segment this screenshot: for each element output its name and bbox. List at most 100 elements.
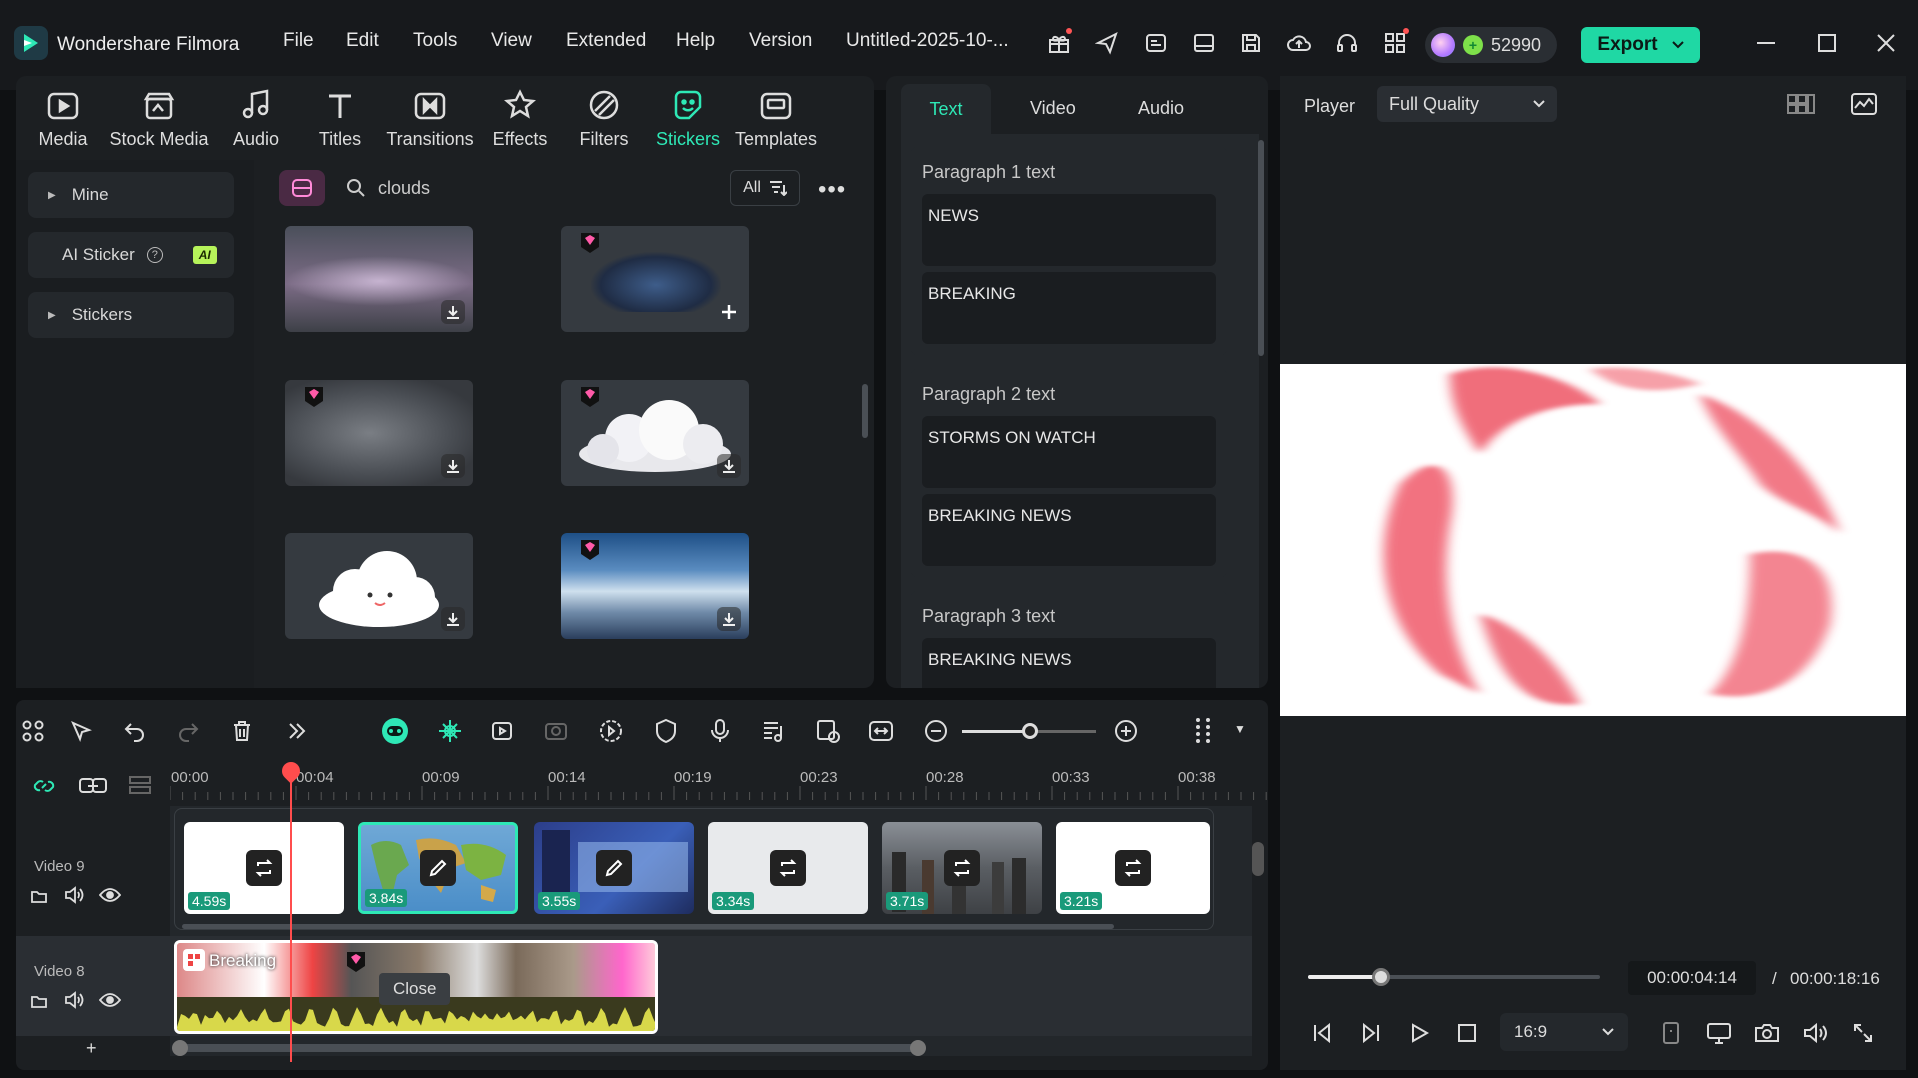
clip-5[interactable]: 3.71s [882, 822, 1042, 914]
cloud-upload-icon[interactable] [1284, 28, 1314, 58]
current-time-box[interactable]: 00:00:04:14 [1628, 961, 1756, 995]
tab-media[interactable]: Media [13, 83, 113, 150]
menu-extended[interactable]: Extended [566, 30, 646, 52]
ai-generate-button[interactable] [279, 170, 325, 206]
edit-pencil-icon[interactable] [596, 850, 632, 886]
sticker-thumb-6[interactable] [561, 533, 749, 639]
tab-transitions[interactable]: Transitions [380, 83, 480, 150]
filter-dropdown[interactable]: All [730, 170, 800, 206]
apps-grid-icon[interactable] [1380, 28, 1410, 58]
quality-dropdown[interactable]: Full Quality [1377, 86, 1557, 122]
clip-2-selected[interactable]: 3.84s [358, 822, 518, 914]
sidebar-item-stickers[interactable]: ▶ Stickers [28, 292, 234, 338]
scroll-handle-right[interactable] [910, 1040, 926, 1056]
export-button[interactable]: Export [1581, 27, 1700, 63]
group-icon[interactable] [78, 774, 108, 798]
download-icon[interactable] [441, 454, 465, 478]
motion-track-icon[interactable] [541, 716, 571, 746]
replace-icon[interactable] [770, 850, 806, 886]
media-library-icon[interactable] [1141, 28, 1171, 58]
eye-icon[interactable] [99, 888, 121, 902]
mute-icon[interactable] [64, 886, 84, 904]
undo-icon[interactable] [120, 716, 150, 746]
lock-icon[interactable] [30, 886, 48, 904]
download-icon[interactable] [717, 607, 741, 631]
waveform-monitor-icon[interactable] [1850, 92, 1878, 116]
redo-icon[interactable] [173, 716, 203, 746]
text-field[interactable]: NEWS [922, 194, 1216, 266]
timeline-v-scrollbar[interactable] [1252, 842, 1264, 876]
prev-frame-icon[interactable] [1305, 1016, 1339, 1050]
props-tab-video[interactable]: Video [1030, 98, 1076, 119]
text-field[interactable]: BREAKING NEWS [922, 638, 1216, 688]
clip-1[interactable]: 4.59s [184, 822, 344, 914]
more-options-icon[interactable]: ••• [818, 176, 846, 204]
menu-file[interactable]: File [283, 30, 314, 52]
speed-icon[interactable] [596, 716, 626, 746]
minimize-icon[interactable] [1751, 28, 1781, 58]
replace-icon[interactable] [944, 850, 980, 886]
text-field[interactable]: STORMS ON WATCH [922, 416, 1216, 488]
ai-face-icon[interactable] [380, 716, 410, 746]
playhead-line[interactable] [290, 772, 292, 1062]
sticker-thumb-3[interactable] [285, 380, 473, 486]
menu-version[interactable]: Version [749, 30, 812, 52]
text-field[interactable]: BREAKING [922, 272, 1216, 344]
search-input[interactable]: clouds [378, 178, 678, 199]
mask-shield-icon[interactable] [651, 716, 681, 746]
audio-mix-icon[interactable] [759, 716, 789, 746]
menu-view[interactable]: View [491, 30, 532, 52]
drag-handle-icon[interactable] [1188, 716, 1218, 746]
zoom-slider-knob[interactable] [1022, 723, 1038, 739]
tab-templates[interactable]: Templates [726, 83, 826, 150]
fit-width-icon[interactable] [866, 716, 896, 746]
headset-icon[interactable] [1332, 28, 1362, 58]
project-title[interactable]: Untitled-2025-10-... [846, 30, 1009, 52]
props-tab-text[interactable]: Text [901, 84, 991, 134]
menu-edit[interactable]: Edit [346, 30, 379, 52]
play-icon[interactable] [1402, 1016, 1436, 1050]
auto-reframe-icon[interactable] [488, 716, 518, 746]
microphone-icon[interactable] [705, 716, 735, 746]
layout-icon[interactable] [1189, 28, 1219, 58]
grid-view-icon[interactable] [1786, 92, 1816, 116]
video-preview[interactable] [1280, 364, 1906, 716]
zoom-out-icon[interactable] [921, 716, 951, 746]
eye-icon[interactable] [99, 993, 121, 1007]
sticker-thumb-1[interactable] [285, 226, 473, 332]
fullscreen-icon[interactable] [1846, 1016, 1880, 1050]
display-monitor-icon[interactable] [1702, 1016, 1736, 1050]
sticker-thumb-4[interactable] [561, 380, 749, 486]
props-scrollbar[interactable] [1258, 140, 1264, 356]
gift-icon[interactable] [1044, 28, 1074, 58]
text-field[interactable]: BREAKING NEWS [922, 494, 1216, 566]
clip-settings-icon[interactable] [813, 716, 843, 746]
template-clip[interactable]: Breaking Close [174, 940, 658, 1034]
track-manager-icon[interactable] [128, 774, 154, 798]
maximize-icon[interactable] [1812, 28, 1842, 58]
tab-stock-media[interactable]: Stock Media [109, 83, 209, 150]
volume-icon[interactable] [1798, 1016, 1832, 1050]
progress-knob[interactable] [1372, 968, 1390, 986]
aspect-ratio-dropdown[interactable]: 16:9 [1500, 1013, 1628, 1051]
sticker-thumb-5[interactable] [285, 533, 473, 639]
device-preview-icon[interactable] [1654, 1016, 1688, 1050]
download-icon[interactable] [441, 300, 465, 324]
add-icon[interactable] [717, 300, 741, 324]
close-window-icon[interactable] [1871, 28, 1901, 58]
more-tools-icon[interactable] [282, 716, 312, 746]
sidebar-item-ai-sticker[interactable]: AI Sticker ? AI [28, 232, 234, 278]
menu-help[interactable]: Help [676, 30, 715, 52]
tab-titles[interactable]: Titles [290, 83, 390, 150]
add-track-button[interactable]: + [86, 1038, 97, 1059]
layout-grid-icon[interactable] [18, 716, 48, 746]
timeline-ruler[interactable] [170, 760, 1268, 802]
menu-tools[interactable]: Tools [413, 30, 457, 52]
stop-icon[interactable] [1450, 1016, 1484, 1050]
delete-icon[interactable] [227, 716, 257, 746]
replace-icon[interactable] [1115, 850, 1151, 886]
download-icon[interactable] [441, 607, 465, 631]
next-frame-icon[interactable] [1354, 1016, 1388, 1050]
props-tab-audio[interactable]: Audio [1138, 98, 1184, 119]
sticker-thumb-2[interactable] [561, 226, 749, 332]
